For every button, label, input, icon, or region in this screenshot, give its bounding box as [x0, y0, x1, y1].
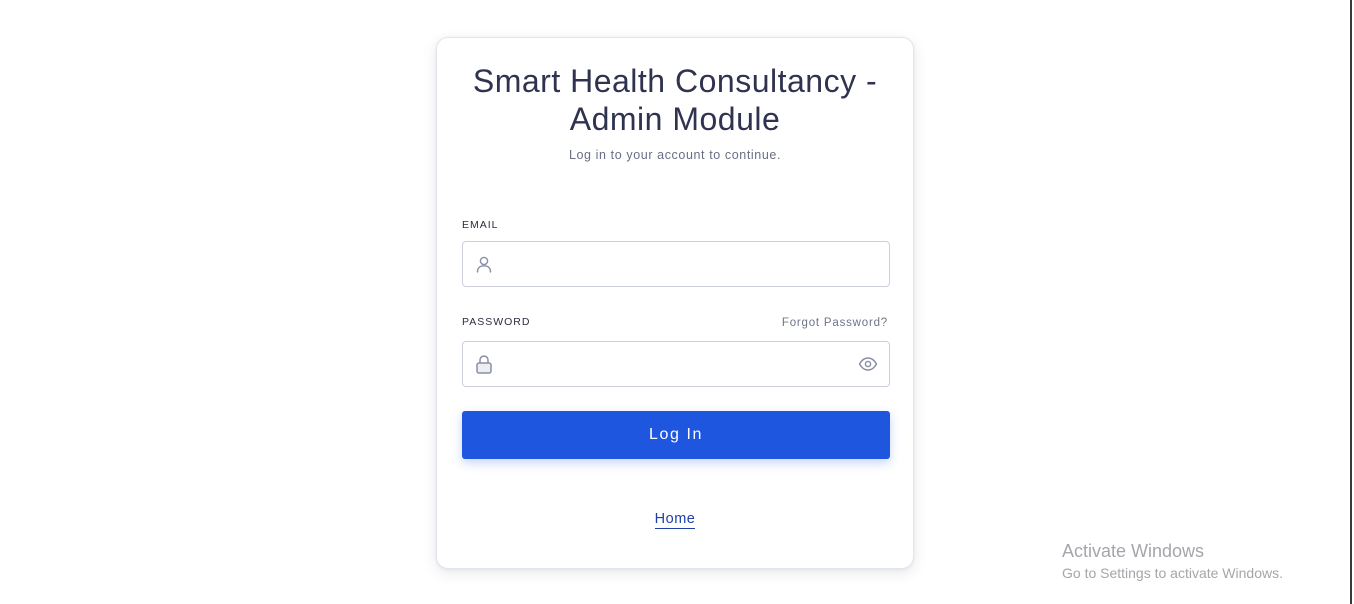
login-button[interactable]: Log In — [462, 411, 890, 459]
activate-windows-watermark: Activate Windows Go to Settings to activ… — [1062, 540, 1283, 583]
password-field[interactable] — [462, 341, 890, 388]
user-icon — [476, 256, 492, 273]
page-subtitle: Log in to your account to continue. — [568, 148, 782, 162]
email-field[interactable] — [462, 241, 890, 288]
home-link[interactable]: Home — [654, 511, 696, 529]
watermark-subtitle: Go to Settings to activate Windows. — [1062, 565, 1283, 581]
email-input[interactable] — [503, 242, 847, 288]
home-link-container: Home — [437, 510, 913, 529]
email-label: EMAIL — [462, 219, 499, 231]
page-title-line-1: Smart Health Consultancy - — [472, 63, 878, 99]
page-title: Smart Health Consultancy - Admin Module — [437, 62, 913, 138]
watermark-title: Activate Windows — [1062, 541, 1205, 561]
eye-icon[interactable] — [858, 355, 878, 373]
password-input[interactable] — [503, 342, 847, 388]
window-edge — [1350, 0, 1352, 604]
login-card: Smart Health Consultancy - Admin Module … — [436, 37, 914, 569]
forgot-password-link[interactable]: Forgot Password? — [782, 317, 888, 329]
password-label: PASSWORD — [462, 316, 531, 328]
page-title-line-2: Admin Module — [569, 101, 781, 137]
lock-icon — [476, 355, 492, 374]
